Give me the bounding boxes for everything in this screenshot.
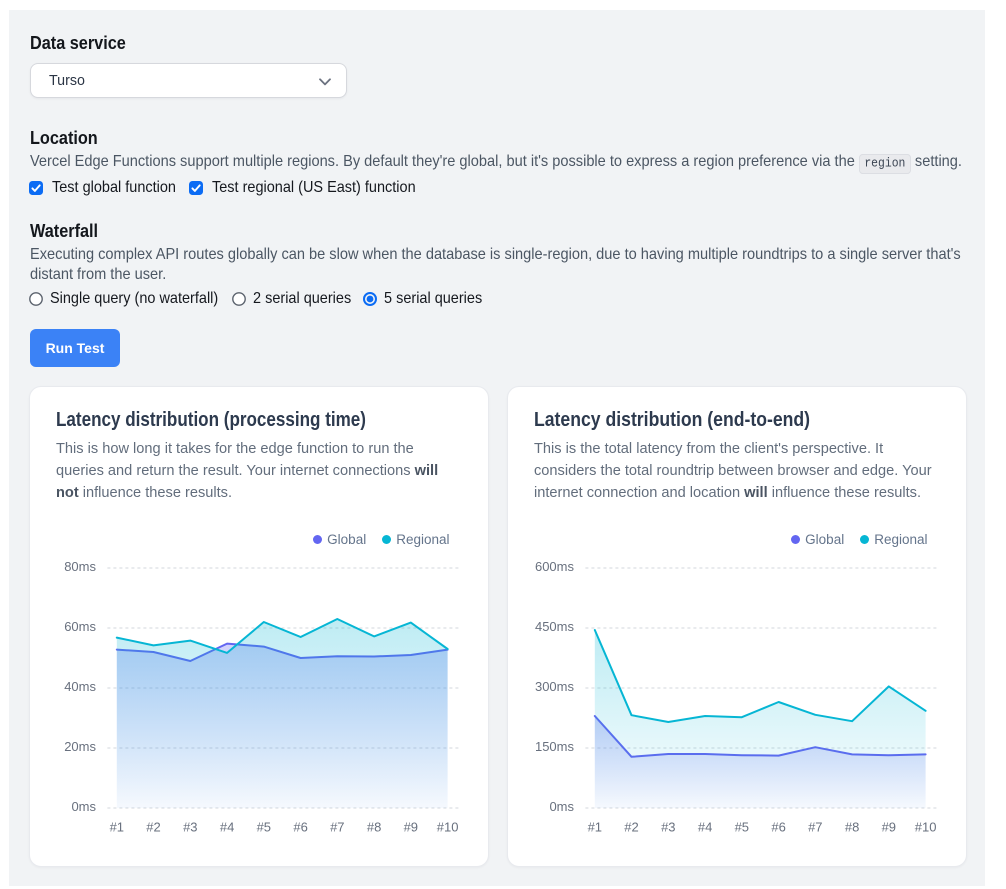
svg-text:600ms: 600ms xyxy=(534,559,574,574)
svg-text:#10: #10 xyxy=(914,820,936,835)
svg-text:20ms: 20ms xyxy=(64,739,96,754)
svg-text:#8: #8 xyxy=(366,820,380,835)
svg-text:#7: #7 xyxy=(330,820,344,835)
svg-text:#3: #3 xyxy=(661,820,675,835)
svg-text:#3: #3 xyxy=(183,820,197,835)
svg-text:0ms: 0ms xyxy=(549,799,574,814)
svg-text:#5: #5 xyxy=(256,820,270,835)
svg-text:40ms: 40ms xyxy=(64,679,96,694)
svg-text:#5: #5 xyxy=(734,820,748,835)
svg-text:#4: #4 xyxy=(219,820,233,835)
svg-text:#2: #2 xyxy=(624,820,638,835)
svg-text:#6: #6 xyxy=(293,820,307,835)
svg-text:#1: #1 xyxy=(109,820,123,835)
svg-text:80ms: 80ms xyxy=(64,559,96,574)
svg-text:#1: #1 xyxy=(587,820,601,835)
svg-text:#2: #2 xyxy=(146,820,160,835)
svg-text:#7: #7 xyxy=(808,820,822,835)
svg-text:0ms: 0ms xyxy=(71,799,96,814)
svg-text:300ms: 300ms xyxy=(534,679,574,694)
svg-text:#4: #4 xyxy=(697,820,711,835)
svg-text:#6: #6 xyxy=(771,820,785,835)
svg-text:#9: #9 xyxy=(881,820,895,835)
svg-text:#9: #9 xyxy=(403,820,417,835)
svg-text:#8: #8 xyxy=(844,820,858,835)
svg-text:150ms: 150ms xyxy=(534,739,574,754)
svg-text:#10: #10 xyxy=(436,820,458,835)
svg-text:60ms: 60ms xyxy=(64,619,96,634)
svg-text:450ms: 450ms xyxy=(534,619,574,634)
